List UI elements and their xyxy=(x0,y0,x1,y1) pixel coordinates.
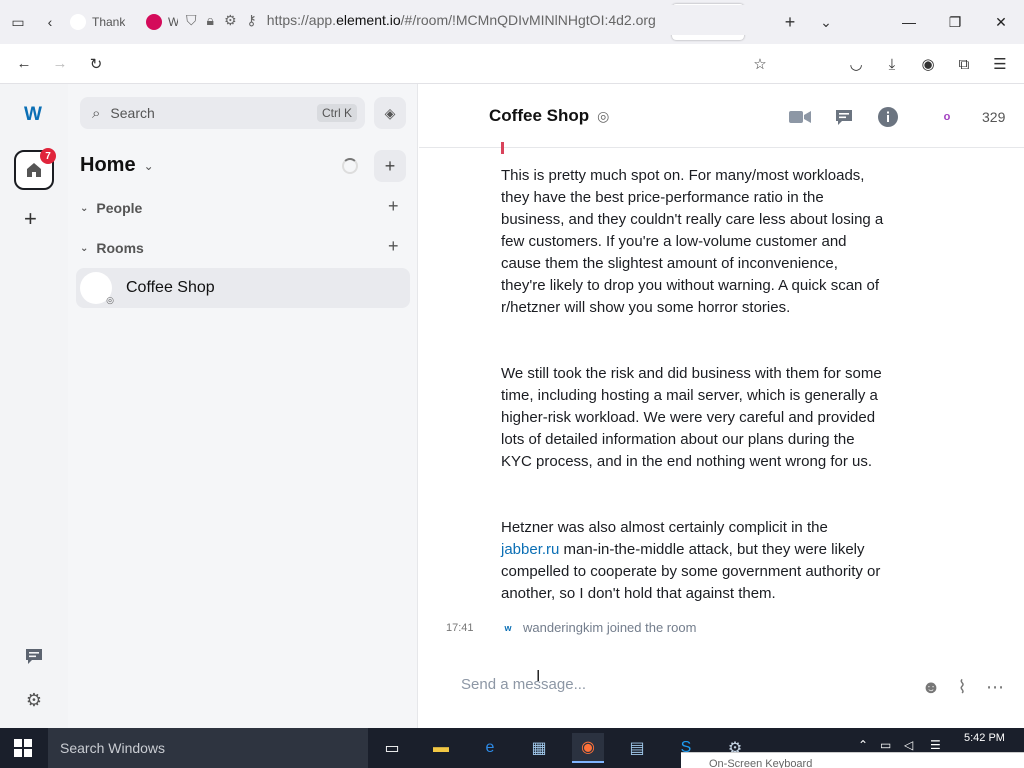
permissions-icon[interactable]: ⚙︎ xyxy=(224,12,237,29)
tab-list-icon[interactable]: ▭ xyxy=(0,4,36,40)
chevron-down-icon: ⌄ xyxy=(80,242,89,254)
tracking-protection-shield-icon[interactable]: ⛉ xyxy=(186,12,197,29)
on-screen-keyboard-window[interactable]: On-Screen Keyboard xyxy=(681,752,1024,768)
screen: ▭ ‹ ThankWindoNew TElemeViewYour emailNe… xyxy=(0,0,1024,768)
room-avatar: ◎ xyxy=(80,272,114,305)
room-info-icon[interactable] xyxy=(876,106,900,128)
chevron-down-icon: ⌄ xyxy=(143,158,154,173)
search-input[interactable]: ⌕ Search Ctrl K xyxy=(80,97,365,129)
message-body: Hetzner was also almost certainly compli… xyxy=(501,519,881,602)
menu-icon[interactable]: ☰ xyxy=(982,44,1018,84)
loading-spinner xyxy=(342,158,358,174)
search-icon: ⌕ xyxy=(92,104,101,122)
maximize-window-button[interactable]: ❐ xyxy=(932,0,978,44)
downloads-icon[interactable]: ⤓ xyxy=(874,44,910,84)
message-composer-input[interactable]: Send a message... xyxy=(461,676,586,693)
emoji-icon[interactable]: ☻ xyxy=(919,676,943,698)
remote-desktop-icon[interactable]: ▤ xyxy=(621,733,653,763)
key-icon[interactable]: ⚷ xyxy=(247,12,257,29)
public-globe-icon: ◎ xyxy=(106,295,114,305)
member-count[interactable]: 329 xyxy=(982,109,1005,125)
message-body: We still took the risk and did business … xyxy=(501,365,882,470)
room-title[interactable]: Coffee Shop ◎ xyxy=(489,106,609,126)
message-link[interactable]: jabber.ru xyxy=(501,541,559,558)
tab-label: Thank xyxy=(92,15,126,29)
account-icon[interactable]: ◉ xyxy=(910,44,946,84)
action-center-icon[interactable]: ☰ xyxy=(930,738,941,752)
search-shortcut-badge: Ctrl K xyxy=(317,104,357,122)
member-avatar[interactable]: o xyxy=(938,108,956,126)
lock-icon[interactable]: 🔒︎ xyxy=(207,12,214,29)
threads-icon[interactable] xyxy=(22,644,46,668)
windows-start-icon[interactable] xyxy=(14,739,32,757)
taskbar-search-input[interactable]: Search Windows xyxy=(48,728,368,768)
firefox-icon[interactable]: ◉ xyxy=(572,733,604,763)
show-hidden-icons-icon[interactable]: ⌃ xyxy=(858,738,868,752)
membership-event: w wanderingkim joined the room xyxy=(501,620,696,635)
bookmark-star-icon[interactable]: ☆ xyxy=(742,44,778,84)
network-icon[interactable]: ▭ xyxy=(880,738,891,752)
close-window-button[interactable]: ✕ xyxy=(978,0,1024,44)
workspace-logo[interactable]: W xyxy=(24,104,42,126)
more-options-icon[interactable]: ⋯ xyxy=(983,676,1007,698)
pocket-icon[interactable]: ◡ xyxy=(838,44,874,84)
settings-gear-icon[interactable]: ⚙ xyxy=(22,688,46,712)
add-button[interactable]: + xyxy=(374,150,406,182)
attachment-paperclip-icon[interactable]: ⌇ xyxy=(950,676,974,698)
add-people-icon[interactable]: + xyxy=(388,196,399,217)
tab-favicon-icon xyxy=(70,14,86,30)
explore-rooms-compass-icon[interactable]: ◈ xyxy=(374,97,406,129)
video-call-icon[interactable] xyxy=(788,106,812,128)
taskbar-clock[interactable]: 5:42 PM xyxy=(964,732,1005,744)
browser-tab[interactable]: Thank xyxy=(64,4,140,40)
section-rooms[interactable]: ⌄ Rooms xyxy=(80,240,144,256)
internet-explorer-icon[interactable]: e xyxy=(474,733,506,763)
public-room-globe-icon: ◎ xyxy=(597,107,610,124)
address-bar[interactable]: ⛉ 🔒︎ ⚙︎ ⚷ https://app.element.io/#/room/… xyxy=(178,5,778,35)
create-space-icon[interactable]: + xyxy=(24,206,37,232)
reply-quote-bar xyxy=(501,142,504,154)
file-explorer-icon[interactable]: ▬ xyxy=(425,733,457,763)
volume-icon[interactable]: ◁ xyxy=(904,738,913,752)
chevron-down-icon: ⌄ xyxy=(80,202,89,214)
list-all-tabs-icon[interactable]: ⌄ xyxy=(808,4,844,40)
threads-icon[interactable] xyxy=(832,106,856,128)
minimize-window-button[interactable]: — xyxy=(886,0,932,44)
section-people[interactable]: ⌄ People xyxy=(80,200,142,216)
calculator-icon[interactable]: ▦ xyxy=(523,733,555,763)
event-timestamp: 17:41 xyxy=(446,622,474,634)
back-icon[interactable]: ← xyxy=(6,44,42,84)
add-room-icon[interactable]: + xyxy=(388,236,399,257)
room-name: Coffee Shop xyxy=(126,279,215,296)
room-list-item-coffee-shop[interactable]: ◎ Coffee Shop xyxy=(76,268,410,308)
home-title[interactable]: Home ⌄ xyxy=(80,154,154,177)
search-placeholder: Search xyxy=(110,105,155,121)
text-cursor-icon: I xyxy=(536,668,541,685)
forward-icon[interactable]: → xyxy=(42,44,78,84)
user-avatar[interactable]: w xyxy=(501,620,515,635)
url-text: https://app.element.io/#/room/!MCMnQDIvM… xyxy=(266,12,656,28)
scroll-tabs-left-icon[interactable]: ‹ xyxy=(36,4,64,40)
room-list-panel xyxy=(68,84,418,728)
home-icon xyxy=(27,163,41,177)
tab-favicon-icon xyxy=(146,14,162,30)
task-view-icon[interactable]: ▭ xyxy=(376,733,408,763)
reload-icon[interactable]: ↻ xyxy=(78,44,114,84)
notification-badge: 7 xyxy=(40,148,56,164)
message-body: This is pretty much spot on. For many/mo… xyxy=(501,167,884,316)
extensions-icon[interactable]: ⧉ xyxy=(946,44,982,84)
